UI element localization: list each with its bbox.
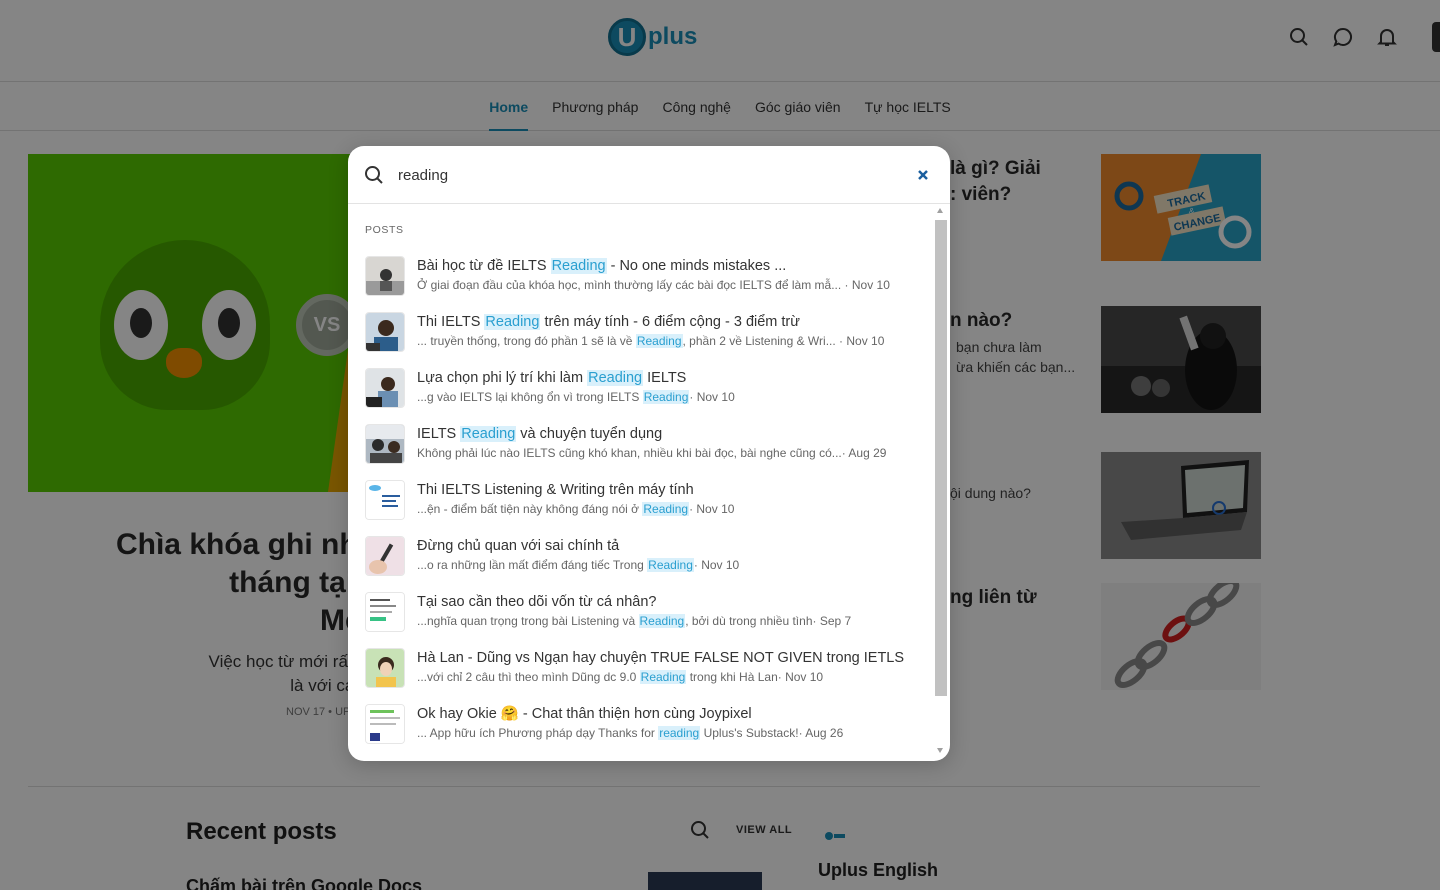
result-title: Bài học từ đề IELTS Reading - No one min… (417, 258, 787, 274)
result-title: Ok hay Okie 🤗 - Chat thân thiện hơn cùng… (417, 706, 752, 722)
result-thumbnail (365, 536, 405, 576)
result-snippet: ...o ra những lần mất điểm đáng tiếc Tro… (417, 558, 740, 572)
search-result[interactable]: Tại sao cần theo dõi vốn từ cá nhân? ...… (348, 580, 938, 636)
search-result[interactable]: Thi IELTS Listening & Writing trên máy t… (348, 468, 938, 524)
results-section-label: POSTS (365, 224, 404, 236)
result-snippet: ... App hữu ích Phương pháp dạy Thanks f… (417, 726, 844, 740)
result-snippet: ...ện - điểm bất tiện này không đáng nói… (417, 502, 735, 516)
search-result[interactable]: Ok hay Okie 🤗 - Chat thân thiện hơn cùng… (348, 692, 938, 748)
search-input[interactable] (398, 160, 898, 190)
result-snippet: ...g vào IELTS lại không ổn vì trong IEL… (417, 390, 735, 404)
search-icon (364, 165, 384, 190)
result-snippet: ...với chỉ 2 câu thì theo mình Dũng dc 9… (417, 670, 824, 684)
results-scrollbar[interactable] (933, 208, 947, 758)
search-results-list: Bài học từ đề IELTS Reading - No one min… (348, 244, 938, 748)
result-snippet: ...nghĩa quan trọng trong bài Listening … (417, 614, 852, 628)
result-thumbnail (365, 592, 405, 632)
result-title: Lựa chọn phi lý trí khi làm Reading IELT… (417, 370, 687, 386)
result-thumbnail (365, 312, 405, 352)
result-title: Hà Lan - Dũng vs Ngạn hay chuyện TRUE FA… (417, 650, 905, 666)
result-title: Thi IELTS Reading trên máy tính - 6 điểm… (417, 314, 800, 330)
close-icon (918, 170, 928, 180)
scrollbar-thumb[interactable] (935, 220, 947, 696)
clear-search-button[interactable] (914, 166, 932, 184)
result-title: Đừng chủ quan với sai chính tả (417, 538, 620, 554)
search-bar (348, 146, 950, 204)
scroll-down-arrow[interactable] (937, 748, 943, 753)
search-result[interactable]: Bài học từ đề IELTS Reading - No one min… (348, 244, 938, 300)
result-title: IELTS Reading và chuyện tuyển dụng (417, 426, 663, 442)
search-result[interactable]: Lựa chọn phi lý trí khi làm Reading IELT… (348, 356, 938, 412)
result-title: Thi IELTS Listening & Writing trên máy t… (417, 482, 694, 498)
result-thumbnail (365, 368, 405, 408)
result-thumbnail (365, 648, 405, 688)
search-result[interactable]: IELTS Reading và chuyện tuyển dụng Không… (348, 412, 938, 468)
result-title: Tại sao cần theo dõi vốn từ cá nhân? (417, 594, 657, 610)
result-thumbnail (365, 480, 405, 520)
search-result[interactable]: Đừng chủ quan với sai chính tả ...o ra n… (348, 524, 938, 580)
result-snippet: Không phải lúc nào IELTS cũng khó khan, … (417, 446, 887, 460)
result-thumbnail (365, 256, 405, 296)
result-thumbnail (365, 424, 405, 464)
scroll-up-arrow[interactable] (937, 208, 943, 213)
search-modal: POSTS Bài học từ đề IELTS Reading - No o… (348, 146, 950, 761)
search-result[interactable]: Thi IELTS Reading trên máy tính - 6 điểm… (348, 300, 938, 356)
result-thumbnail (365, 704, 405, 744)
result-snippet: ... truyền thống, trong đó phần 1 sẽ là … (417, 334, 885, 348)
result-snippet: Ở giai đoạn đầu của khóa học, mình thườn… (417, 278, 890, 292)
search-result[interactable]: Hà Lan - Dũng vs Ngạn hay chuyện TRUE FA… (348, 636, 938, 692)
